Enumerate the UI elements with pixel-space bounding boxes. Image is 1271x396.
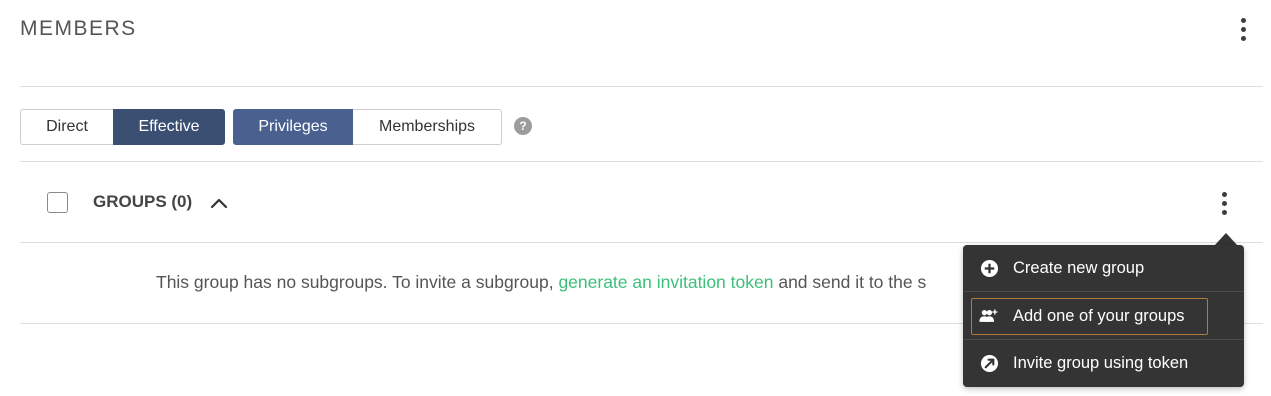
menu-item-add-group[interactable]: Add one of your groups xyxy=(963,293,1244,339)
empty-message-prefix: This group has no subgroups. To invite a… xyxy=(156,272,559,292)
add-users-icon xyxy=(979,306,999,326)
chevron-up-icon[interactable] xyxy=(209,193,229,213)
tab-memberships[interactable]: Memberships xyxy=(353,109,502,145)
plus-circle-icon xyxy=(979,258,999,278)
token-link-icon xyxy=(979,353,999,373)
menu-item-invite-token[interactable]: Invite group using token xyxy=(963,340,1244,386)
kebab-menu-icon[interactable] xyxy=(1231,14,1255,44)
tab-privileges[interactable]: Privileges xyxy=(233,109,353,145)
tab-direct[interactable]: Direct xyxy=(20,109,113,145)
groups-dropdown-menu: Create new group Add one of your groups … xyxy=(963,245,1244,387)
type-tabs: Privileges Memberships xyxy=(233,109,502,145)
divider xyxy=(20,86,1263,87)
divider xyxy=(20,161,1263,162)
select-all-checkbox[interactable] xyxy=(47,192,68,213)
groups-kebab-menu-icon[interactable] xyxy=(1212,188,1236,218)
divider xyxy=(20,242,1263,243)
menu-divider xyxy=(963,291,1244,292)
empty-message-suffix: and send it to the s xyxy=(773,272,927,292)
page-title: MEMBERS xyxy=(20,17,137,40)
menu-item-label: Invite group using token xyxy=(1013,353,1189,372)
view-tabs: Direct Effective xyxy=(20,109,225,145)
help-icon[interactable]: ? xyxy=(514,117,532,135)
tab-effective[interactable]: Effective xyxy=(113,109,225,145)
menu-item-label: Create new group xyxy=(1013,258,1145,277)
generate-token-link[interactable]: generate an invitation token xyxy=(558,272,773,292)
empty-state-message: This group has no subgroups. To invite a… xyxy=(156,272,926,293)
menu-item-label: Add one of your groups xyxy=(1013,306,1185,325)
menu-item-create-group[interactable]: Create new group xyxy=(963,245,1244,291)
groups-heading: GROUPS (0) xyxy=(93,192,193,211)
